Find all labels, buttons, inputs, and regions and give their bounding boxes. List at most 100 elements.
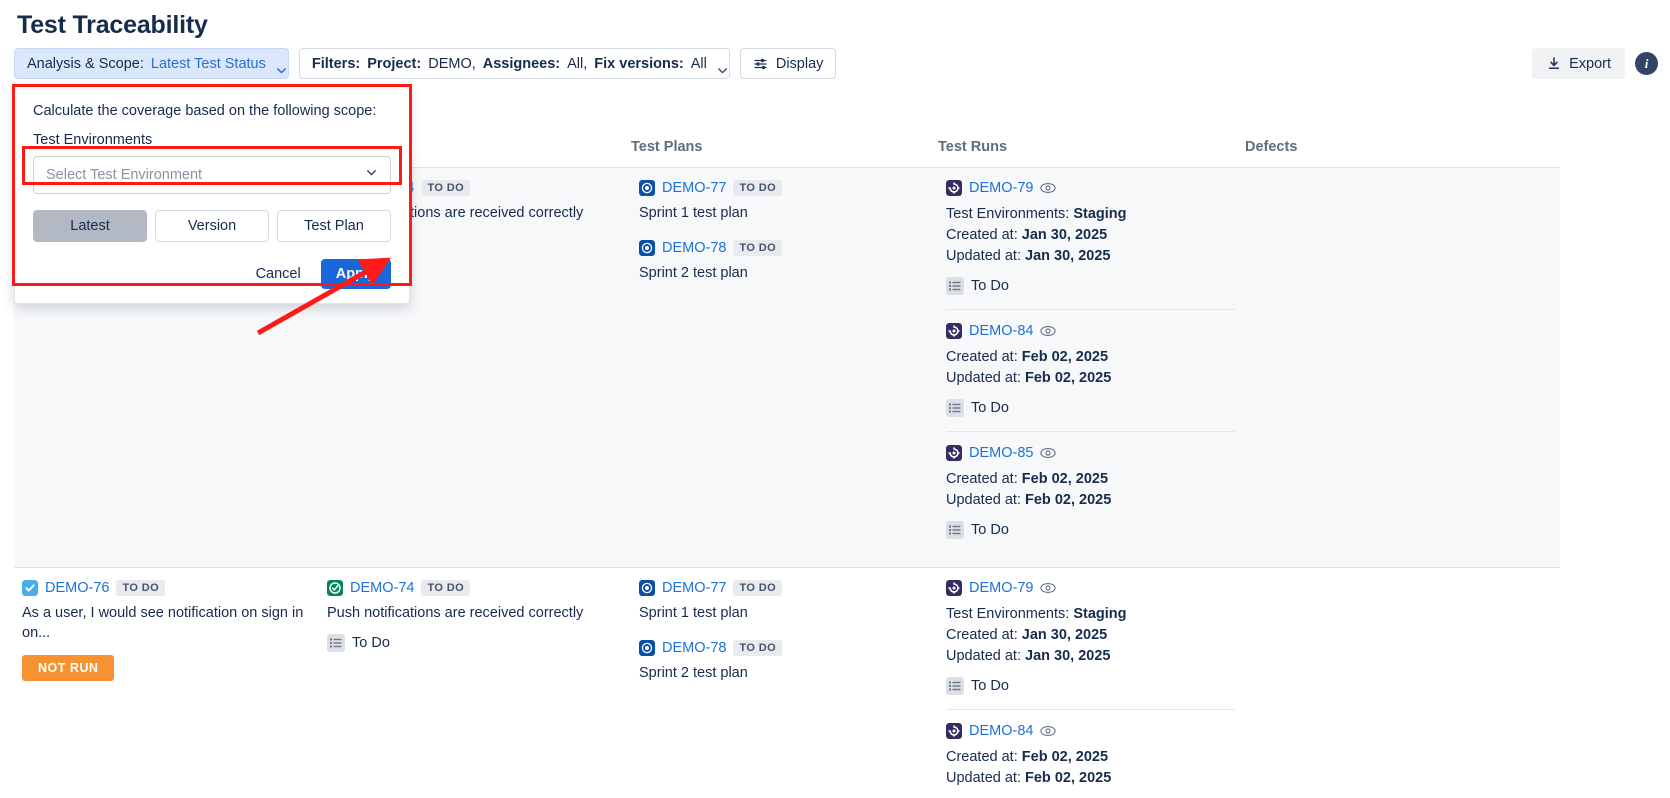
- apply-button[interactable]: Apply: [321, 259, 391, 289]
- test-run-key[interactable]: DEMO-85: [969, 445, 1033, 461]
- test-run-created-label: Created at:: [946, 471, 1018, 487]
- test-run-key[interactable]: DEMO-79: [969, 580, 1033, 596]
- filters-button[interactable]: Filters: Project: DEMO, Assignees: All, …: [299, 48, 730, 79]
- requirement-issue-line[interactable]: DEMO-76 TO DO: [22, 580, 309, 596]
- test-run-created-value: Feb 02, 2025: [1022, 749, 1108, 765]
- test-run-created-label: Created at:: [946, 349, 1018, 365]
- scope-popup: Calculate the coverage based on the foll…: [14, 86, 410, 304]
- requirement-key[interactable]: DEMO-76: [45, 580, 109, 596]
- export-button[interactable]: Export: [1532, 48, 1625, 79]
- test-icon: [327, 580, 343, 596]
- test-run-updated-value: Feb 02, 2025: [1025, 492, 1111, 508]
- eye-icon[interactable]: [1040, 582, 1056, 594]
- eye-icon[interactable]: [1040, 447, 1056, 459]
- scope-option-latest[interactable]: Latest: [33, 210, 147, 242]
- test-key[interactable]: DEMO-74: [350, 580, 414, 596]
- test-status-line: To Do: [327, 634, 621, 652]
- table-row: DEMO-76 TO DO As a user, I would see not…: [14, 567, 1560, 798]
- filters-fixversions-label: Fix versions:: [594, 56, 683, 72]
- filters-assignees-label: Assignees:: [483, 56, 560, 72]
- test-run-updated-label: Updated at:: [946, 370, 1021, 386]
- test-run-icon: [946, 723, 962, 739]
- cancel-button[interactable]: Cancel: [246, 260, 311, 288]
- scope-popup-title: Calculate the coverage based on the foll…: [33, 103, 391, 119]
- test-run-status-label: To Do: [971, 522, 1009, 538]
- test-run-updated-value: Jan 30, 2025: [1025, 248, 1110, 264]
- test-plan-summary: Sprint 1 test plan: [639, 204, 928, 224]
- test-run-key[interactable]: DEMO-84: [969, 723, 1033, 739]
- test-run-status-label: To Do: [971, 400, 1009, 416]
- test-run-item: DEMO-85 Created at: Feb 02, 2025 Updated…: [946, 431, 1235, 553]
- test-run-item: DEMO-84 Created at: Feb 02, 2025 Updated…: [946, 309, 1235, 431]
- test-plan-icon: [639, 580, 655, 596]
- test-plan-status-badge: TO DO: [733, 580, 782, 596]
- test-cell: DEMO-74 TO DO Push notifications are rec…: [319, 568, 631, 798]
- export-label: Export: [1569, 56, 1611, 72]
- info-icon[interactable]: i: [1635, 52, 1658, 75]
- test-plan-issue-line[interactable]: DEMO-77 TO DO: [639, 580, 928, 596]
- analysis-scope-value: Latest Test Status: [151, 56, 266, 72]
- test-run-updated-value: Jan 30, 2025: [1025, 648, 1110, 664]
- requirement-cell: DEMO-76 TO DO As a user, I would see not…: [14, 568, 319, 798]
- test-run-created-label: Created at:: [946, 227, 1018, 243]
- test-run-icon: [946, 180, 962, 196]
- test-plan-issue-line[interactable]: DEMO-78 TO DO: [639, 240, 928, 256]
- test-status-badge: TO DO: [421, 580, 470, 596]
- test-run-issue-line[interactable]: DEMO-79: [946, 580, 1235, 596]
- display-button[interactable]: Display: [740, 48, 837, 79]
- test-environment-select[interactable]: Select Test Environment: [33, 156, 391, 194]
- test-plans-cell: DEMO-77 TO DO Sprint 1 test plan DEMO-78…: [631, 568, 938, 798]
- column-header-test-plans: Test Plans: [631, 139, 938, 155]
- test-run-issue-line[interactable]: DEMO-85: [946, 445, 1235, 461]
- test-plan-status-badge: TO DO: [733, 640, 782, 656]
- test-run-issue-line[interactable]: DEMO-79: [946, 180, 1235, 196]
- test-plan-key[interactable]: DEMO-77: [662, 180, 726, 196]
- scope-option-test-plan[interactable]: Test Plan: [277, 210, 391, 242]
- eye-icon[interactable]: [1040, 725, 1056, 737]
- scope-popup-actions: Cancel Apply: [33, 259, 391, 289]
- test-plan-issue-line[interactable]: DEMO-77 TO DO: [639, 180, 928, 196]
- test-run-icon: [946, 445, 962, 461]
- test-run-created-label: Created at:: [946, 627, 1018, 643]
- test-run-created-label: Created at:: [946, 749, 1018, 765]
- test-run-env-label: Test Environments:: [946, 606, 1069, 622]
- test-run-item: DEMO-84 Created at: Feb 02, 2025 Updated…: [946, 709, 1235, 798]
- eye-icon[interactable]: [1040, 182, 1056, 194]
- test-plan-item: DEMO-77 TO DO Sprint 1 test plan: [639, 580, 928, 624]
- column-header-defects: Defects: [1245, 139, 1545, 155]
- test-plan-key[interactable]: DEMO-78: [662, 240, 726, 256]
- test-run-status: To Do: [946, 277, 1235, 295]
- test-issue-line[interactable]: DEMO-74 TO DO: [327, 580, 621, 596]
- test-run-key[interactable]: DEMO-84: [969, 323, 1033, 339]
- test-run-created-value: Jan 30, 2025: [1022, 627, 1107, 643]
- test-plan-icon: [639, 180, 655, 196]
- eye-icon[interactable]: [1040, 325, 1056, 337]
- defects-cell: [1245, 568, 1545, 798]
- test-runs-cell: DEMO-79 Test Environments: Staging Creat…: [938, 168, 1245, 567]
- test-plan-item: DEMO-78 TO DO Sprint 2 test plan: [639, 640, 928, 684]
- sliders-icon: [753, 56, 769, 72]
- page-title: Test Traceability: [17, 11, 208, 40]
- scope-option-version[interactable]: Version: [155, 210, 269, 242]
- story-icon: [22, 580, 38, 596]
- test-plan-summary: Sprint 1 test plan: [639, 604, 928, 624]
- requirement-status-badge: TO DO: [116, 580, 165, 596]
- todo-list-icon: [946, 399, 964, 417]
- test-run-meta: Test Environments: Staging Created at: J…: [946, 604, 1235, 667]
- test-plan-issue-line[interactable]: DEMO-78 TO DO: [639, 640, 928, 656]
- test-plan-icon: [639, 640, 655, 656]
- filters-project-value: DEMO,: [428, 56, 476, 72]
- test-run-issue-line[interactable]: DEMO-84: [946, 723, 1235, 739]
- test-run-env-value: Staging: [1073, 606, 1126, 622]
- test-run-status: To Do: [946, 677, 1235, 695]
- test-run-status-label: To Do: [352, 635, 390, 651]
- analysis-scope-button[interactable]: Analysis & Scope: Latest Test Status: [14, 48, 289, 79]
- test-plan-key[interactable]: DEMO-78: [662, 640, 726, 656]
- test-run-issue-line[interactable]: DEMO-84: [946, 323, 1235, 339]
- filters-assignees-value: All,: [567, 56, 587, 72]
- test-run-status: To Do: [946, 399, 1235, 417]
- test-plan-key[interactable]: DEMO-77: [662, 580, 726, 596]
- test-run-meta: Created at: Feb 02, 2025 Updated at: Feb…: [946, 747, 1235, 789]
- todo-list-icon: [327, 634, 345, 652]
- test-run-key[interactable]: DEMO-79: [969, 180, 1033, 196]
